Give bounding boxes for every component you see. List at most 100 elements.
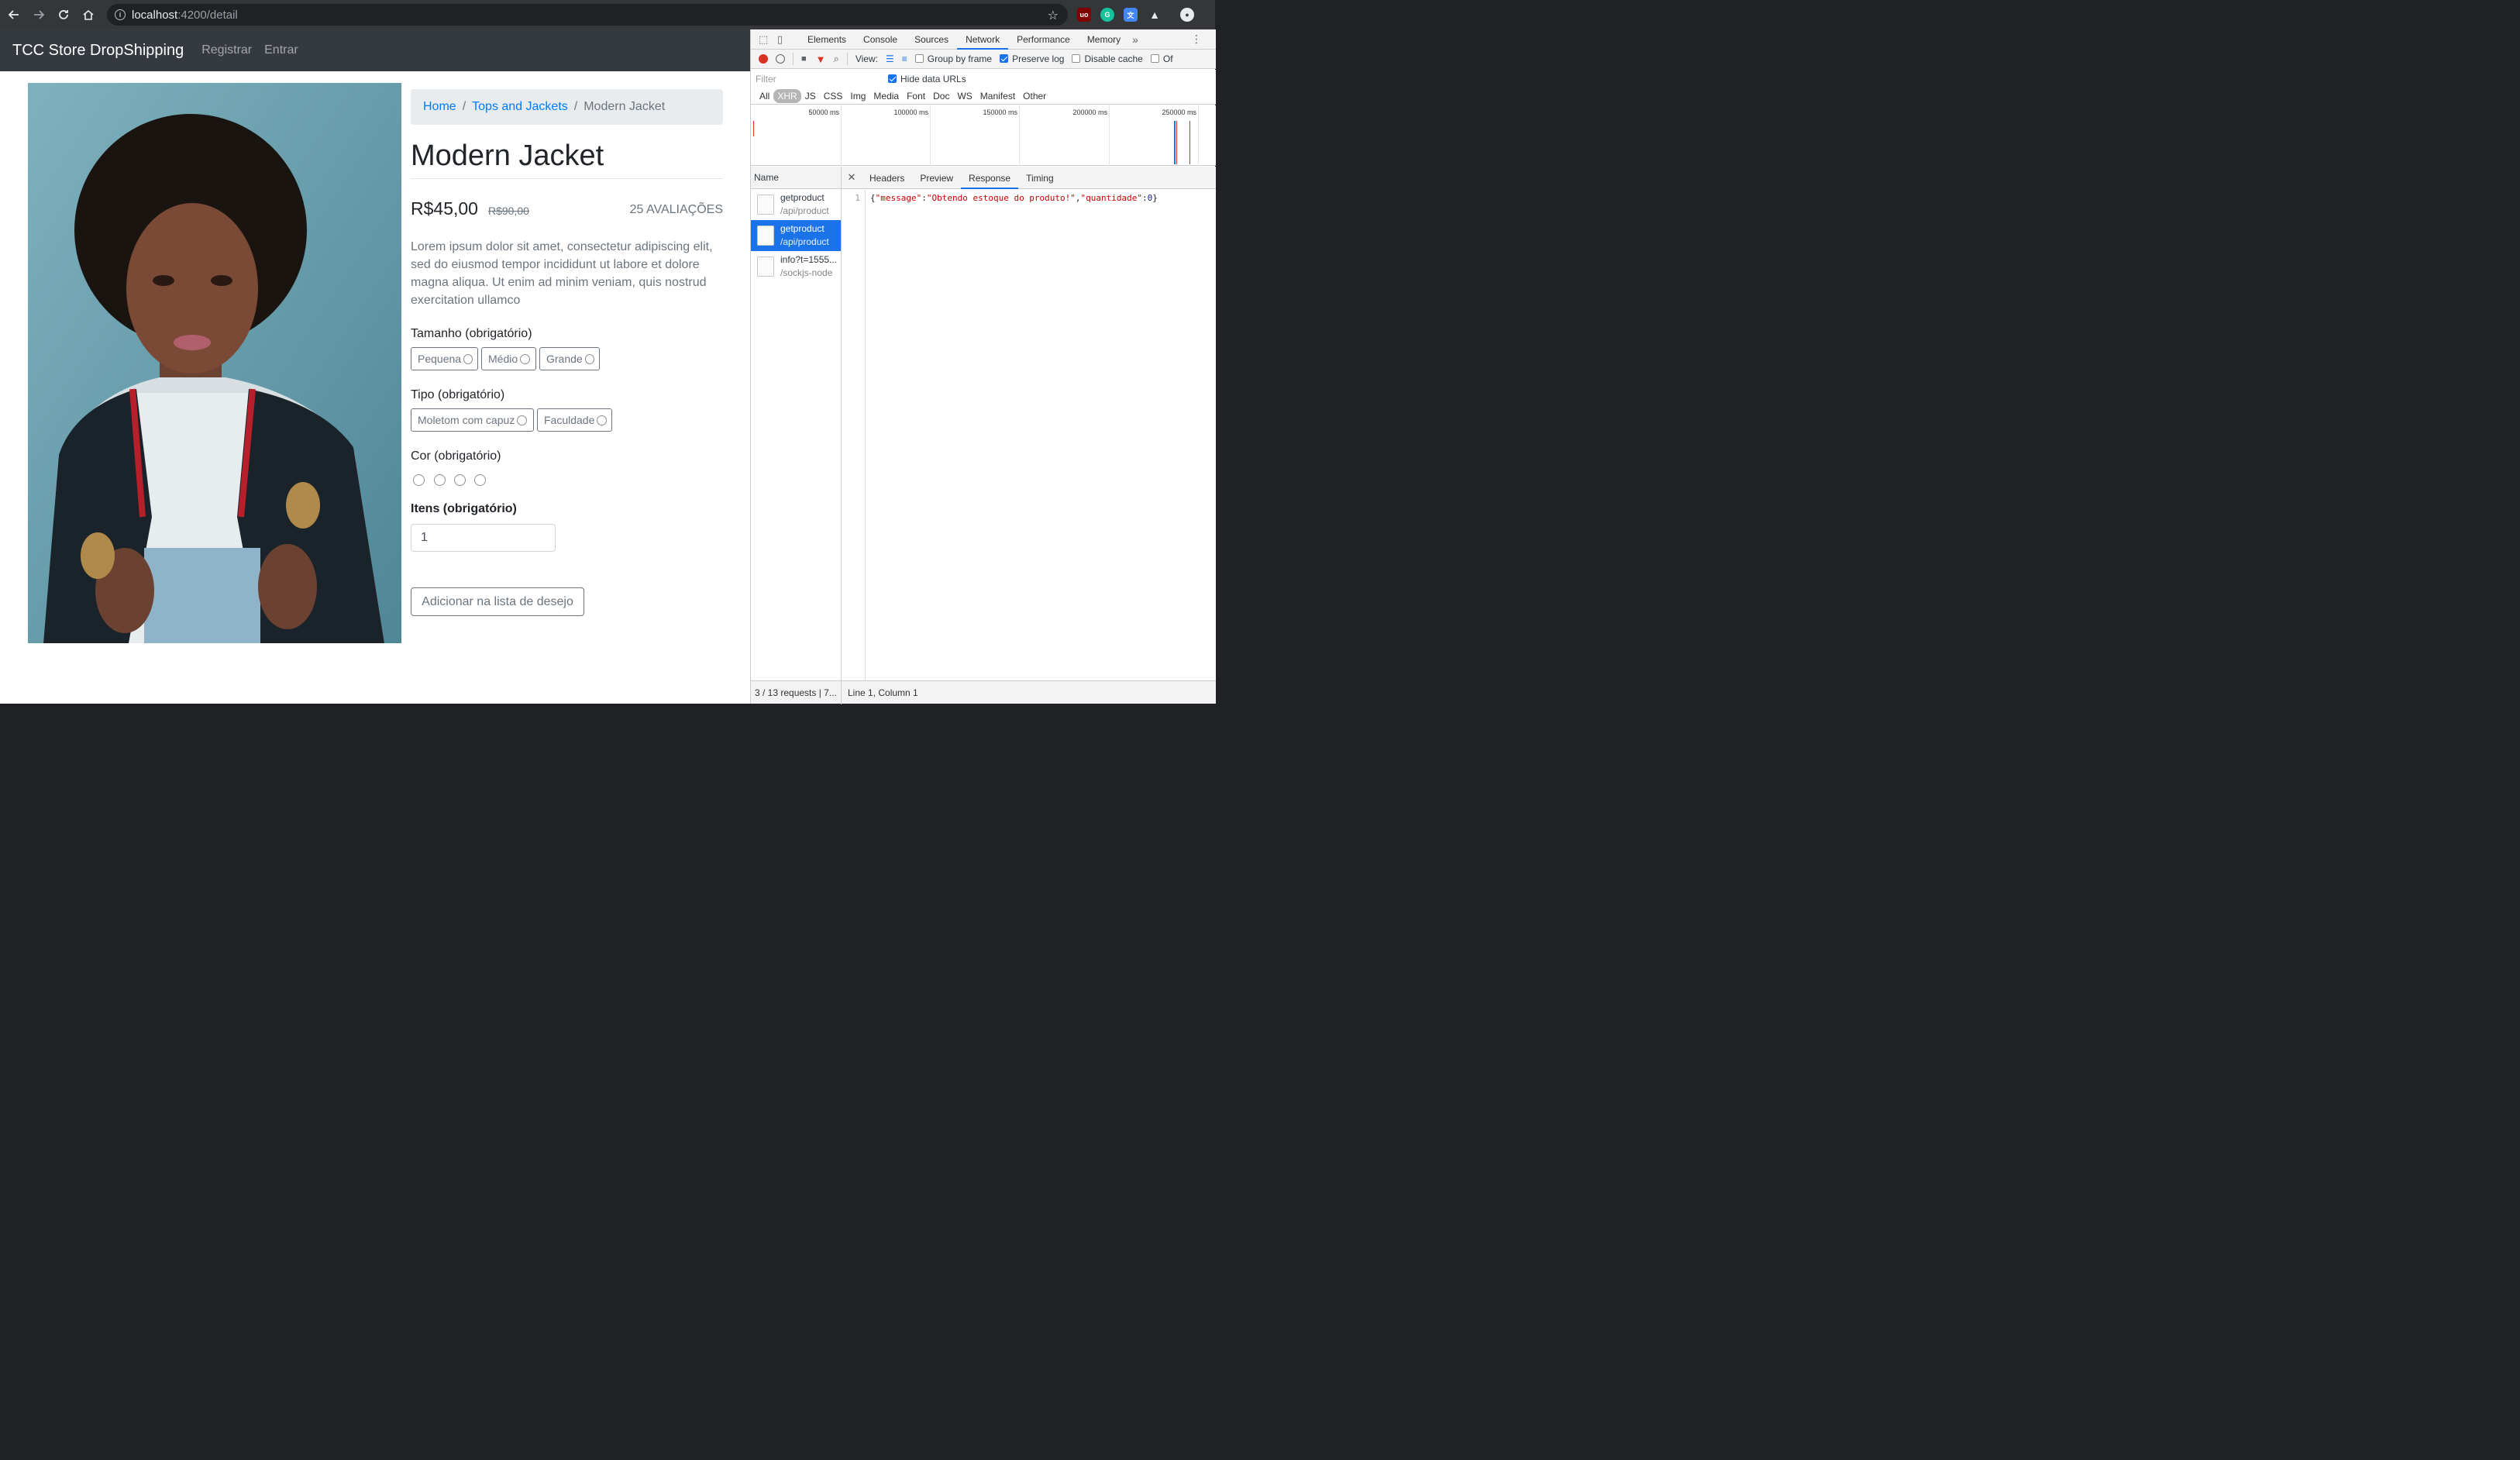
site-brand[interactable]: TCC Store DropShipping	[12, 42, 184, 60]
preserve-log-checkbox[interactable]: Preserve log	[1000, 53, 1064, 64]
name-column-header[interactable]: Name	[751, 167, 841, 189]
request-name: getproduct	[780, 223, 825, 234]
size-option-large[interactable]: Grande	[539, 347, 600, 370]
type-filter-font[interactable]: Font	[903, 89, 929, 103]
tab-sources[interactable]: Sources	[906, 29, 957, 50]
nav-login-link[interactable]: Entrar	[264, 43, 298, 57]
back-icon[interactable]	[3, 4, 25, 26]
breadcrumb-category-link[interactable]: Tops and Jackets	[472, 100, 568, 114]
disable-cache-checkbox[interactable]: Disable cache	[1072, 53, 1143, 64]
reviews-count[interactable]: 25 AVALIAÇÕES	[630, 203, 723, 217]
breadcrumb-separator: /	[573, 100, 578, 113]
type-filter-doc[interactable]: Doc	[929, 89, 953, 103]
hide-data-urls-checkbox[interactable]: Hide data URLs	[888, 74, 966, 84]
search-icon[interactable]: ⌕	[834, 53, 839, 65]
radio-icon[interactable]	[584, 353, 594, 364]
cursor-position: Line 1, Column 1	[848, 687, 918, 698]
type-filter-img[interactable]: Img	[846, 89, 869, 103]
inspect-element-icon[interactable]: ⬚	[759, 33, 771, 46]
large-rows-icon[interactable]: ☰	[886, 53, 894, 64]
radio-icon[interactable]	[597, 415, 607, 425]
type-filter-js[interactable]: JS	[801, 89, 820, 103]
radio-icon[interactable]	[463, 353, 473, 364]
type-filter-css[interactable]: CSS	[820, 89, 847, 103]
tab-preview[interactable]: Preview	[912, 167, 961, 189]
tab-console[interactable]: Console	[855, 29, 906, 50]
request-path: /api/product	[780, 205, 829, 216]
request-row-selected[interactable]: getproduct/api/product	[751, 220, 841, 251]
type-label: Tipo (obrigatório)	[411, 388, 505, 401]
quantity-input[interactable]: 1	[411, 524, 556, 552]
product-photo	[28, 83, 401, 643]
resource-type-filters: All XHR JS CSS Img Media Font Doc WS Man…	[751, 88, 1216, 105]
kebab-menu-icon[interactable]: ⋮	[1191, 33, 1202, 46]
add-to-wishlist-button[interactable]: Adicionar na lista de desejo	[411, 587, 584, 616]
nav-register-link[interactable]: Registrar	[201, 43, 252, 57]
color-radio-3[interactable]	[454, 474, 466, 486]
screenshot-icon[interactable]: ■	[801, 54, 807, 64]
tab-elements[interactable]: Elements	[799, 29, 855, 50]
address-bar[interactable]: i localhost:4200/detail ☆	[107, 4, 1068, 26]
ublock-extension-icon[interactable]: uo	[1077, 8, 1091, 22]
size-option-small[interactable]: Pequena	[411, 347, 478, 370]
timeline-gridline	[841, 105, 842, 166]
close-icon[interactable]: ✕	[842, 171, 862, 184]
preserve-log-label: Preserve log	[1012, 53, 1065, 64]
product-price: R$45,00	[411, 198, 478, 219]
filter-icon[interactable]: ▼	[816, 53, 826, 65]
view-label: View:	[855, 53, 878, 64]
product-description: Lorem ipsum dolor sit amet, consectetur …	[411, 240, 713, 307]
offline-label: Of	[1162, 53, 1173, 64]
offline-checkbox[interactable]: Of	[1150, 53, 1173, 64]
translate-extension-icon[interactable]: 文	[1124, 8, 1138, 22]
request-path: /sockjs-node	[780, 267, 833, 278]
breadcrumb-home-link[interactable]: Home	[423, 100, 456, 114]
forward-icon[interactable]	[28, 4, 50, 26]
request-name: getproduct	[780, 192, 825, 203]
response-body[interactable]: 1 {"message":"Obtendo estoque do produto…	[842, 190, 1216, 680]
network-overview-timeline[interactable]: 50000 ms 100000 ms 150000 ms 200000 ms 2…	[751, 105, 1216, 166]
filter-input[interactable]: Filter	[756, 74, 876, 84]
type-option-hoodie[interactable]: Moletom com capuz	[411, 408, 534, 432]
drive-extension-icon[interactable]: ▲	[1148, 8, 1162, 22]
url-host: localhost	[132, 8, 178, 22]
type-filter-xhr[interactable]: XHR	[773, 88, 801, 103]
clear-icon[interactable]	[776, 54, 785, 64]
type-filter-other[interactable]: Other	[1019, 89, 1050, 103]
request-row[interactable]: info?t=1555... /sockjs-node	[751, 251, 841, 282]
record-icon[interactable]	[759, 54, 768, 64]
home-icon[interactable]	[77, 4, 99, 26]
hide-data-urls-label: Hide data URLs	[900, 74, 966, 84]
color-radio-4[interactable]	[474, 474, 486, 486]
group-by-frame-checkbox[interactable]: Group by frame	[914, 53, 992, 64]
tab-timing[interactable]: Timing	[1018, 167, 1062, 189]
device-toolbar-icon[interactable]: ▯	[777, 33, 790, 46]
radio-icon[interactable]	[520, 353, 531, 364]
radio-icon[interactable]	[517, 415, 528, 425]
size-option-medium[interactable]: Médio	[481, 347, 536, 370]
tab-performance[interactable]: Performance	[1008, 29, 1079, 50]
filter-row: Filter Hide data URLs	[751, 70, 1216, 88]
type-option-college[interactable]: Faculdade	[537, 408, 612, 432]
tab-headers[interactable]: Headers	[862, 167, 912, 189]
grammarly-extension-icon[interactable]: G	[1100, 8, 1114, 22]
request-row[interactable]: getproduct/api/product	[751, 189, 841, 220]
tab-network[interactable]: Network	[957, 29, 1009, 50]
color-radio-1[interactable]	[413, 474, 425, 486]
info-icon[interactable]: i	[115, 9, 126, 20]
type-filter-all[interactable]: All	[756, 89, 773, 103]
tab-response[interactable]: Response	[961, 167, 1019, 189]
timeline-gridline	[1109, 105, 1110, 166]
tab-memory[interactable]: Memory	[1079, 29, 1129, 50]
bookmark-star-icon[interactable]: ☆	[1048, 8, 1059, 23]
reload-icon[interactable]	[53, 4, 74, 26]
more-tabs-icon[interactable]: »	[1132, 33, 1138, 46]
dom-marker	[753, 121, 754, 136]
color-radio-2[interactable]	[434, 474, 446, 486]
type-filter-ws[interactable]: WS	[953, 89, 976, 103]
type-filter-manifest[interactable]: Manifest	[976, 89, 1019, 103]
devtools-panel: ⬚ ▯ Elements Console Sources Network Per…	[750, 29, 1216, 704]
profile-avatar[interactable]: ●	[1180, 8, 1194, 22]
type-filter-media[interactable]: Media	[869, 89, 903, 103]
waterfall-icon[interactable]: ≡	[902, 53, 907, 64]
